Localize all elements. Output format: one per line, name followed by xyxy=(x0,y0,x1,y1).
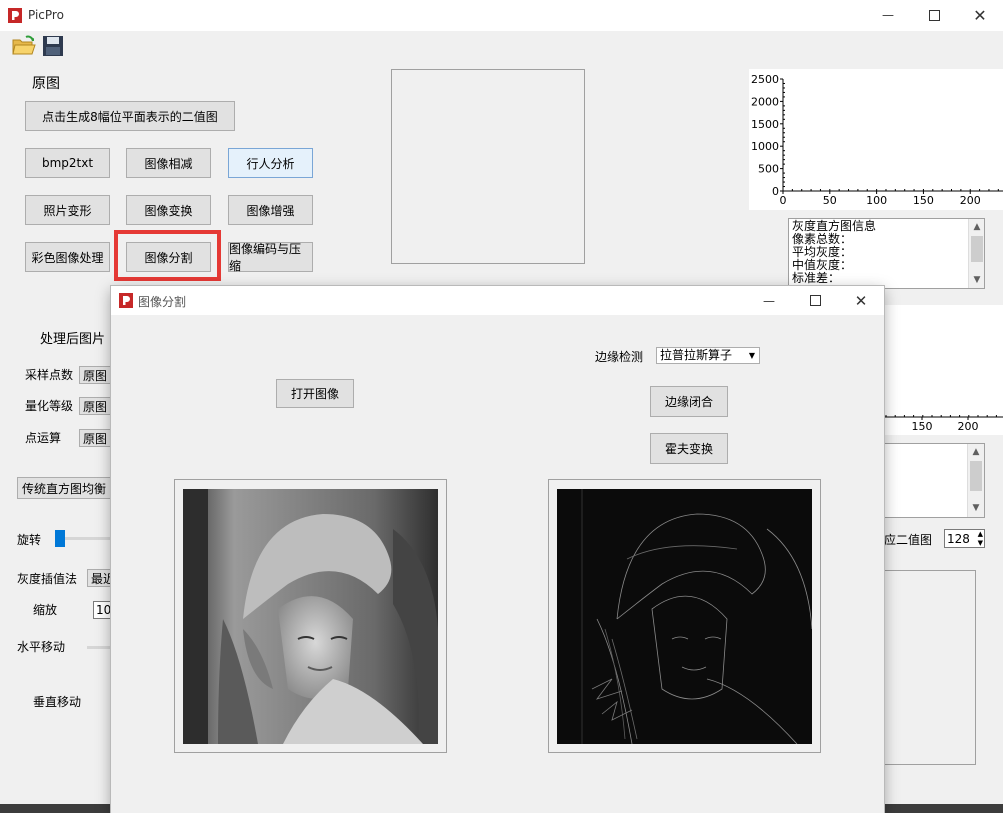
scroll-down-icon[interactable]: ▼ xyxy=(969,272,984,288)
maximize-icon[interactable] xyxy=(792,286,838,315)
result-image-frame xyxy=(548,479,821,753)
interp-select[interactable]: 最近 xyxy=(87,569,111,587)
hough-transform-button[interactable]: 霍夫变换 xyxy=(650,433,728,464)
hmove-slider-track[interactable] xyxy=(87,646,111,649)
interp-label: 灰度插值法 xyxy=(17,572,78,586)
point-op-label: 点运算 xyxy=(25,431,62,445)
close-icon[interactable]: ✕ xyxy=(957,0,1003,30)
open-folder-icon[interactable] xyxy=(12,35,36,57)
y-tick-label: 2000 xyxy=(751,95,779,108)
threshold-spinner[interactable]: 128 ▲ ▼ xyxy=(944,529,985,548)
x-tick-label: 100 xyxy=(866,194,887,207)
rotate-label: 旋转 xyxy=(17,533,42,547)
minimize-icon[interactable]: — xyxy=(746,286,792,315)
sample-select[interactable]: 原图 xyxy=(79,366,111,384)
quantize-select[interactable]: 原图 xyxy=(79,397,111,415)
y-tick-label: 500 xyxy=(758,163,779,176)
processed-info-box: ▲ ▼ xyxy=(884,443,985,518)
original-image-box xyxy=(391,69,585,264)
dialog-titlebar: 图像分割 — ✕ xyxy=(111,286,884,315)
x-tick-label: 0 xyxy=(780,194,787,207)
spin-down-icon[interactable]: ▼ xyxy=(978,539,983,547)
image-segment-button[interactable]: 图像分割 xyxy=(126,242,211,272)
histogram-chart-svg: 0 500 1000 1500 2000 2500 0 50 100 150 200 xyxy=(751,73,1003,207)
processed-info-scrollbar[interactable]: ▲ ▼ xyxy=(967,444,984,517)
y-tick-label: 1000 xyxy=(751,140,779,153)
toolbar xyxy=(0,31,1003,61)
main-titlebar: PicPro — ✕ xyxy=(0,0,1003,31)
processed-image-box xyxy=(884,570,976,765)
app-logo-icon xyxy=(119,293,133,308)
image-enhance-button[interactable]: 图像增强 xyxy=(228,195,313,225)
y-tick-label: 1500 xyxy=(751,118,779,131)
x-tick-label: 50 xyxy=(823,194,837,207)
y-tick-label: 2500 xyxy=(751,73,779,86)
edge-result-image xyxy=(557,489,812,744)
sample-label: 采样点数 xyxy=(25,368,74,382)
y-tick-label: 0 xyxy=(772,185,779,198)
histogram-info-text: 灰度直方图信息 像素总数： 平均灰度： 中值灰度： 标准差： xyxy=(792,220,876,285)
source-image-frame xyxy=(174,479,447,753)
vmove-label: 垂直移动 xyxy=(33,695,82,709)
quantize-label: 量化等级 xyxy=(25,399,74,413)
edge-method-select[interactable]: 拉普拉斯算子 ▼ xyxy=(656,347,760,364)
histogram-equalize-button[interactable]: 传统直方图均衡 xyxy=(17,477,111,499)
edge-close-button[interactable]: 边缘闭合 xyxy=(650,386,728,417)
scroll-up-icon[interactable]: ▲ xyxy=(969,219,984,235)
image-subtract-button[interactable]: 图像相减 xyxy=(126,148,211,178)
scroll-thumb[interactable] xyxy=(971,236,983,262)
segment-dialog: 图像分割 — ✕ 边缘检测 拉普拉斯算子 ▼ 打开图像 边缘闭合 霍夫变换 xyxy=(111,286,884,813)
processed-histogram-chart-svg: 150 200 xyxy=(884,415,1003,433)
adaptive-binary-label: 应二值图 xyxy=(884,533,933,547)
histogram-info-line: 标准差： xyxy=(792,271,841,285)
minimize-icon[interactable]: — xyxy=(865,0,911,30)
threshold-value: 128 xyxy=(947,532,970,546)
point-op-select[interactable]: 原图 xyxy=(79,429,111,447)
photo-deform-button[interactable]: 照片变形 xyxy=(25,195,110,225)
processed-histogram-chart: 150 200 xyxy=(884,305,1003,435)
bitplane-button[interactable]: 点击生成8幅位平面表示的二值图 xyxy=(25,101,235,131)
window-title: PicPro xyxy=(28,8,64,22)
edge-detect-label: 边缘检测 xyxy=(595,350,644,364)
close-icon[interactable]: ✕ xyxy=(838,286,884,315)
dialog-title: 图像分割 xyxy=(138,295,187,309)
x-tick-label: 200 xyxy=(960,194,981,207)
scale-input[interactable]: 10 xyxy=(93,601,111,619)
maximize-icon[interactable] xyxy=(911,0,957,30)
histogram-chart: 0 500 1000 1500 2000 2500 0 50 100 150 200 xyxy=(749,69,1003,210)
image-transform-button[interactable]: 图像变换 xyxy=(126,195,211,225)
scale-label: 缩放 xyxy=(33,603,58,617)
spin-up-icon[interactable]: ▲ xyxy=(978,530,983,538)
edge-method-value: 拉普拉斯算子 xyxy=(660,348,733,362)
bmp2txt-button[interactable]: bmp2txt xyxy=(25,148,110,178)
histogram-info-box: 灰度直方图信息 像素总数： 平均灰度： 中值灰度： 标准差： ▲ ▼ xyxy=(788,218,985,289)
x-tick-label: 150 xyxy=(912,420,933,433)
processed-image-label: 处理后图片 xyxy=(40,332,106,347)
app-logo-icon xyxy=(8,8,22,23)
original-image-label: 原图 xyxy=(32,76,60,92)
encode-compress-button[interactable]: 图像编码与压缩 xyxy=(228,242,313,273)
scroll-thumb[interactable] xyxy=(970,461,982,491)
scroll-up-icon[interactable]: ▲ xyxy=(968,444,984,460)
hmove-label: 水平移动 xyxy=(17,640,66,654)
info-scrollbar[interactable]: ▲ ▼ xyxy=(968,219,984,288)
x-tick-label: 150 xyxy=(913,194,934,207)
source-image xyxy=(183,489,438,744)
x-tick-label: 200 xyxy=(958,420,979,433)
color-processing-button[interactable]: 彩色图像处理 xyxy=(25,242,110,272)
chevron-down-icon: ▼ xyxy=(748,351,755,360)
save-floppy-icon[interactable] xyxy=(42,35,64,57)
rotate-slider-thumb[interactable] xyxy=(55,530,65,547)
scroll-down-icon[interactable]: ▼ xyxy=(968,500,984,516)
pedestrian-analysis-button[interactable]: 行人分析 xyxy=(228,148,313,178)
open-image-button[interactable]: 打开图像 xyxy=(276,379,354,408)
